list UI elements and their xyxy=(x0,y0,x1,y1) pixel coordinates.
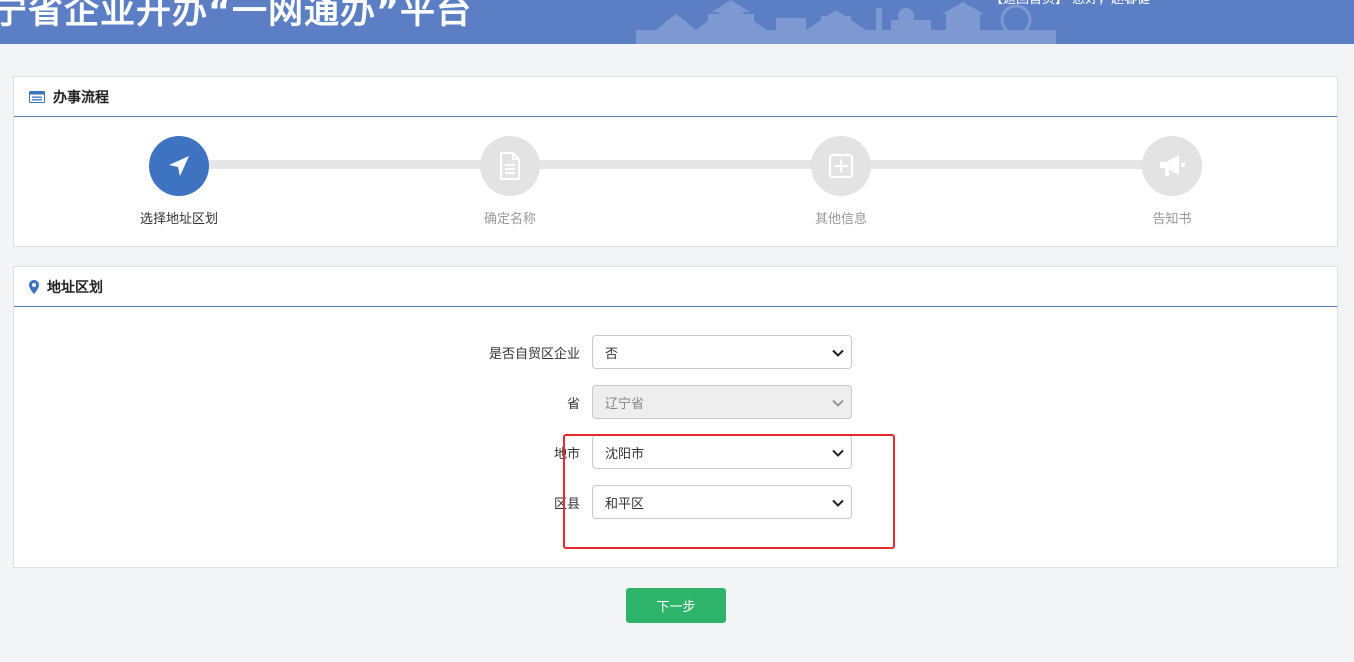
plus-square-icon xyxy=(811,136,871,196)
next-step-button[interactable]: 下一步 xyxy=(626,588,726,623)
process-panel-title: 办事流程 xyxy=(53,89,109,106)
chevron-down-icon xyxy=(832,499,844,507)
steps-track xyxy=(180,160,1202,169)
district-select[interactable]: 和平区 xyxy=(592,485,852,519)
address-panel-header: 地址区划 xyxy=(14,267,1337,307)
address-form: 是否自贸区企业 否 省 辽宁省 地市 沈阳市 区县 和平区 xyxy=(14,307,1337,567)
process-panel-header: 办事流程 xyxy=(14,77,1337,117)
list-card-icon xyxy=(29,90,45,103)
district-label: 区县 xyxy=(553,497,580,512)
province-row: 省 辽宁省 xyxy=(14,385,1337,419)
city-row: 地市 沈阳市 xyxy=(14,435,1337,469)
city-label: 地市 xyxy=(553,447,580,462)
step-label: 确定名称 xyxy=(483,212,536,227)
select-value: 辽宁省 xyxy=(605,396,645,412)
chevron-down-icon xyxy=(832,449,844,457)
city-select[interactable]: 沈阳市 xyxy=(592,435,852,469)
step-select-address[interactable]: 选择地址区划 xyxy=(119,136,239,227)
chevron-down-icon xyxy=(832,349,844,357)
top-header: 宁省企业开办“一网通办”平台 【返回首页】 您好，赵春健 xyxy=(0,0,1354,44)
select-value: 否 xyxy=(605,346,619,362)
select-value: 沈阳市 xyxy=(605,446,645,462)
document-icon xyxy=(480,136,540,196)
address-panel: 地址区划 是否自贸区企业 否 省 辽宁省 地市 沈阳市 区县 和平区 xyxy=(13,266,1338,568)
select-value: 和平区 xyxy=(605,496,645,512)
megaphone-icon xyxy=(1142,136,1202,196)
step-confirm-name[interactable]: 确定名称 xyxy=(450,136,570,227)
location-arrow-icon xyxy=(149,136,209,196)
province-select: 辽宁省 xyxy=(592,385,852,419)
process-steps: 选择地址区划 确定名称 其他信息 告知书 xyxy=(14,117,1337,245)
district-row: 区县 和平区 xyxy=(14,485,1337,519)
free-trade-zone-select[interactable]: 否 xyxy=(592,335,852,369)
step-other-info[interactable]: 其他信息 xyxy=(781,136,901,227)
step-notice[interactable]: 告知书 xyxy=(1112,136,1232,227)
user-greeting[interactable]: 【返回首页】 您好，赵春健 xyxy=(990,0,1150,9)
free-trade-zone-label: 是否自贸区企业 xyxy=(488,347,580,362)
map-pin-icon xyxy=(29,279,39,294)
province-label: 省 xyxy=(566,397,580,412)
free-trade-zone-row: 是否自贸区企业 否 xyxy=(14,335,1337,369)
chevron-down-icon xyxy=(832,399,844,407)
step-label: 选择地址区划 xyxy=(139,212,218,227)
address-panel-title: 地址区划 xyxy=(47,279,103,296)
platform-title: 宁省企业开办“一网通办”平台 xyxy=(0,0,473,32)
process-panel: 办事流程 选择地址区划 确定名称 其他信息 告知书 xyxy=(13,76,1338,247)
step-label: 其他信息 xyxy=(814,212,867,227)
step-label: 告知书 xyxy=(1152,212,1192,227)
